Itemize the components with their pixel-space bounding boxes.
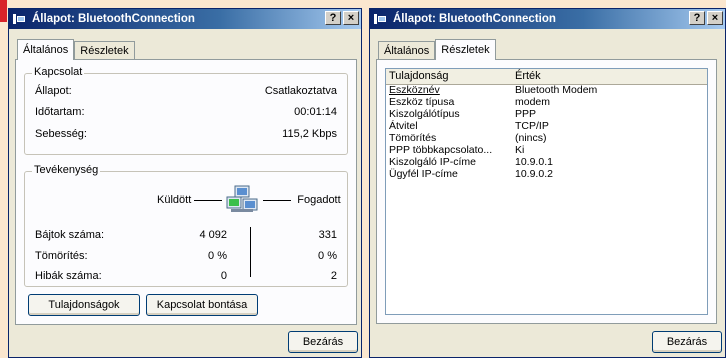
activity-label: Hibák száma:: [35, 270, 102, 282]
window-title: Állapot: BluetoothConnection: [393, 13, 556, 25]
tab-details[interactable]: Részletek: [74, 41, 135, 59]
value-cell: 10.9.0.1: [515, 156, 553, 168]
help-button[interactable]: ?: [689, 11, 705, 25]
value-cell: TCP/IP: [515, 120, 549, 132]
status-dialog-general: Állapot: BluetoothConnection ? × Általán…: [8, 8, 362, 358]
group-title: Tevékenység: [32, 164, 101, 176]
received-value: 2: [330, 270, 337, 282]
tab-label: Részletek: [80, 44, 129, 57]
property-cell: Átvitel: [389, 120, 418, 132]
activity-label: Bájtok száma:: [35, 229, 105, 241]
list-item[interactable]: PPP többkapcsolato... Ki: [386, 144, 707, 156]
column-header-property[interactable]: Tulajdonság: [389, 70, 449, 82]
tab-details[interactable]: Részletek: [435, 39, 496, 60]
column-header-value[interactable]: Érték: [515, 70, 541, 82]
sent-label: Küldött: [157, 194, 192, 206]
property-cell: Eszköznév: [389, 84, 440, 96]
title-bar[interactable]: Állapot: BluetoothConnection ? ×: [370, 9, 725, 29]
property-cell: Kiszolgálótípus: [389, 108, 460, 120]
connection-icon: [374, 13, 388, 25]
close-dialog-button[interactable]: Bezárás: [652, 331, 722, 353]
tab-strip: Általános Részletek: [17, 39, 135, 60]
sent-value: 0 %: [208, 250, 227, 262]
group-title: Kapcsolat: [32, 66, 85, 78]
properties-button[interactable]: Tulajdonságok: [28, 294, 140, 316]
tab-panel-details: Tulajdonság Érték Eszköznév Bluetooth Mo…: [376, 59, 717, 324]
info-label: Állapot:: [35, 85, 72, 97]
value-cell: Ki: [515, 144, 525, 156]
info-row: Állapot: Csatlakoztatva: [35, 85, 337, 97]
info-label: Sebesség:: [35, 128, 87, 140]
tab-panel-general: Kapcsolat Állapot: Csatlakoztatva Időtar…: [15, 59, 357, 325]
tab-general[interactable]: Általános: [378, 41, 436, 59]
activity-row: Bájtok száma: 4 092 331: [35, 229, 337, 241]
activity-row: Tömörítés: 0 % 0 %: [35, 250, 337, 262]
property-cell: PPP többkapcsolato...: [389, 144, 493, 156]
close-button[interactable]: ×: [343, 11, 359, 25]
help-button[interactable]: ?: [325, 11, 341, 25]
info-row: Sebesség: 115,2 Kbps: [35, 128, 337, 140]
sent-value: 0: [220, 270, 227, 282]
value-cell: modem: [515, 96, 551, 108]
info-row: Időtartam: 00:01:14: [35, 106, 337, 118]
received-value: 0 %: [318, 250, 337, 262]
list-item[interactable]: Tömörítés (nincs): [386, 132, 707, 144]
tab-general[interactable]: Általános: [17, 39, 75, 60]
close-button[interactable]: ×: [707, 11, 723, 25]
received-value: 331: [318, 229, 337, 241]
connection-icon: [13, 13, 27, 25]
tab-label: Részletek: [441, 44, 490, 56]
list-item[interactable]: Ügyfél IP-címe 10.9.0.2: [386, 168, 707, 180]
value-cell: Bluetooth Modem: [515, 84, 598, 96]
info-value: 115,2 Kbps: [282, 128, 337, 140]
activity-label: Tömörítés:: [35, 250, 88, 262]
property-cell: Kiszolgáló IP-címe: [389, 156, 476, 168]
list-item[interactable]: Átvitel TCP/IP: [386, 120, 707, 132]
page-corner-mark: [0, 0, 7, 22]
tab-strip: Általános Részletek: [378, 39, 496, 60]
property-cell: Eszköz típusa: [389, 96, 455, 108]
value-cell: PPP: [515, 108, 537, 120]
list-item[interactable]: Kiszolgáló IP-címe 10.9.0.1: [386, 156, 707, 168]
list-item[interactable]: Eszköz típusa modem: [386, 96, 707, 108]
status-dialog-details: Állapot: BluetoothConnection ? × Általán…: [369, 8, 726, 358]
sent-value: 4 092: [199, 229, 227, 241]
details-list[interactable]: Tulajdonság Érték Eszköznév Bluetooth Mo…: [385, 68, 708, 315]
tab-label: Általános: [23, 44, 69, 56]
info-value: Csatlakoztatva: [264, 85, 337, 97]
window-title: Állapot: BluetoothConnection: [32, 13, 195, 25]
property-cell: Ügyfél IP-címe: [389, 168, 458, 180]
title-bar[interactable]: Állapot: BluetoothConnection ? ×: [9, 9, 361, 29]
list-item[interactable]: Kiszolgálótípus PPP: [386, 108, 707, 120]
list-item[interactable]: Eszköznév Bluetooth Modem: [386, 84, 707, 96]
activity-header: Küldött Fogadott: [157, 185, 341, 215]
sent-line: [194, 199, 223, 201]
value-cell: 10.9.0.2: [515, 168, 553, 180]
info-label: Időtartam:: [35, 106, 85, 118]
received-line: [263, 199, 292, 201]
property-cell: Tömörítés: [389, 132, 437, 144]
connection-group: Kapcsolat Állapot: Csatlakoztatva Időtar…: [24, 66, 348, 155]
activity-row: Hibák száma: 0 2: [35, 270, 337, 282]
close-dialog-button[interactable]: Bezárás: [288, 331, 358, 353]
value-cell: (nincs): [515, 132, 547, 144]
list-header: Tulajdonság Érték: [386, 69, 707, 85]
received-label: Fogadott: [297, 194, 341, 206]
activity-group: Tevékenység Küldött Fogadott Bájtok szám…: [24, 164, 348, 287]
network-computers-icon: [226, 185, 258, 212]
disconnect-button[interactable]: Kapcsolat bontása: [146, 294, 258, 316]
info-value: 00:01:14: [294, 106, 337, 118]
tab-label: Általános: [384, 44, 430, 57]
